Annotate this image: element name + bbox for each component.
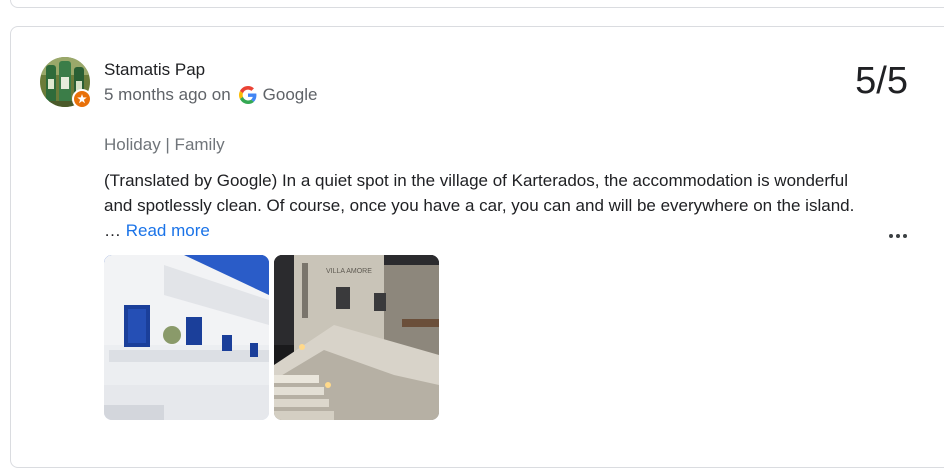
review-photo-1[interactable] (104, 255, 269, 420)
reviewer-name[interactable]: Stamatis Pap (104, 60, 205, 80)
review-photo-2[interactable]: VILLA AMORE (274, 255, 439, 420)
review-time: 5 months ago on (104, 85, 231, 104)
review-rating: 5/5 (855, 60, 908, 102)
more-options-icon[interactable] (884, 224, 912, 248)
reviewer-avatar[interactable] (40, 57, 92, 109)
trip-tags: Holiday | Family (104, 135, 225, 154)
local-guide-star-icon (72, 89, 92, 109)
villa-sign-text: VILLA AMORE (326, 268, 372, 275)
read-more-link[interactable]: Read more (126, 221, 210, 240)
review-source: Google (262, 85, 318, 104)
review-meta: 5 months ago on Google (104, 85, 317, 105)
google-g-icon (238, 86, 257, 104)
previous-review-card (10, 0, 944, 8)
review-body: (Translated by Google) In a quiet spot i… (104, 171, 855, 240)
review-text: (Translated by Google) In a quiet spot i… (104, 168, 874, 243)
